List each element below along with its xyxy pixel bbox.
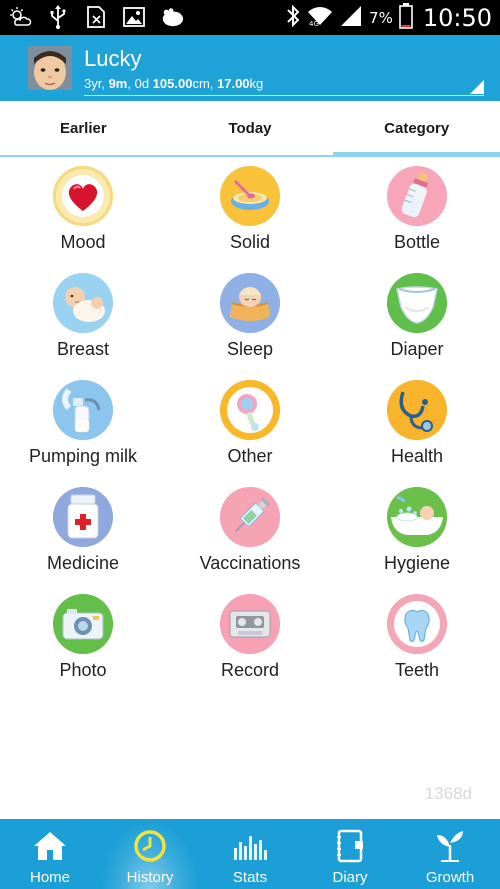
no-sim-icon	[84, 4, 108, 30]
stethoscope-icon	[387, 380, 447, 440]
image-icon	[122, 4, 146, 30]
tab-today[interactable]: Today	[167, 101, 334, 155]
category-label: Bottle	[393, 232, 441, 252]
nav-label: Home	[29, 869, 70, 886]
crib-icon	[220, 273, 280, 333]
category-solid[interactable]: Solid	[167, 166, 333, 273]
category-label: Medicine	[46, 553, 120, 573]
category-vaccinations[interactable]: Vaccinations	[167, 487, 333, 594]
nav-home[interactable]: Home	[0, 819, 100, 889]
nav-label: History	[126, 869, 174, 886]
weight-value: 17.00	[217, 76, 250, 91]
category-other[interactable]: Other	[167, 380, 333, 487]
avatar[interactable]	[28, 46, 72, 90]
dropdown-corner-icon	[470, 80, 484, 94]
sprout-icon	[433, 829, 467, 863]
nav-label: Growth	[425, 869, 475, 886]
category-label: Pumping milk	[28, 446, 138, 466]
battery-percent: 7%	[369, 8, 393, 27]
height-value: 105.00	[152, 76, 193, 91]
category-pumping-milk[interactable]: Pumping milk	[0, 380, 166, 487]
app-screen: 4G 7% 10:50 Lucky 3yr, 9m, 0d 105.00cm, …	[0, 0, 500, 889]
clock-time: 10:50	[422, 3, 492, 32]
nav-label: Diary	[332, 869, 368, 886]
wifi-icon: 4G	[307, 5, 333, 31]
days-watermark: 1368d	[424, 784, 472, 803]
category-label: Teeth	[394, 660, 440, 680]
bathtub-icon	[387, 487, 447, 547]
usb-icon	[46, 4, 70, 30]
weight-unit: kg	[249, 76, 264, 91]
nav-stats[interactable]: Stats	[200, 819, 300, 889]
home-icon	[32, 829, 68, 863]
category-mood[interactable]: Mood	[0, 166, 166, 273]
status-bar: 4G 7% 10:50	[0, 0, 500, 35]
heart-icon	[53, 166, 113, 226]
nav-label: Stats	[232, 869, 268, 886]
camera-icon	[53, 594, 113, 654]
category-teeth[interactable]: Teeth	[334, 594, 500, 701]
category-label: Other	[227, 446, 273, 466]
age-years: 3yr,	[84, 76, 109, 91]
nav-diary[interactable]: Diary	[300, 819, 400, 889]
cassette-icon	[220, 594, 280, 654]
category-label: Solid	[229, 232, 271, 252]
category-sleep[interactable]: Sleep	[167, 273, 333, 380]
syringe-icon	[220, 487, 280, 547]
svg-text:4G: 4G	[309, 20, 319, 27]
baby-name: Lucky	[84, 46, 142, 71]
bowl-icon	[220, 166, 280, 226]
category-label: Sleep	[226, 339, 274, 359]
tooth-icon	[387, 594, 447, 654]
rattle-icon	[220, 380, 280, 440]
bluetooth-icon	[285, 4, 301, 32]
category-label: Vaccinations	[199, 553, 301, 573]
category-label: Mood	[60, 232, 106, 252]
clock-icon	[132, 829, 168, 863]
weather-icon	[8, 4, 32, 30]
category-record[interactable]: Record	[167, 594, 333, 701]
category-breast[interactable]: Breast	[0, 273, 166, 380]
signal-icon	[339, 5, 363, 31]
category-health[interactable]: Health	[334, 380, 500, 487]
category-bottle[interactable]: Bottle	[334, 166, 500, 273]
tab-earlier[interactable]: Earlier	[0, 101, 167, 155]
age-days: , 0d	[127, 76, 153, 91]
bar-chart-icon	[232, 829, 268, 863]
breast-pump-icon	[53, 380, 113, 440]
height-unit: cm,	[192, 76, 217, 91]
category-hygiene[interactable]: Hygiene	[334, 487, 500, 594]
medicine-bottle-icon	[53, 487, 113, 547]
category-label: Health	[390, 446, 444, 466]
notebook-icon	[335, 829, 365, 863]
category-label: Record	[220, 660, 280, 680]
age-months: 9m	[108, 76, 128, 91]
nav-history[interactable]: History	[100, 819, 200, 889]
diaper-icon	[387, 273, 447, 333]
bottle-icon	[387, 166, 447, 226]
bottom-navigation: Home History Stats Diary Growth	[0, 819, 500, 889]
category-label: Diaper	[390, 339, 444, 359]
category-label: Hygiene	[383, 553, 451, 573]
battery-icon	[399, 2, 413, 33]
category-diaper[interactable]: Diaper	[334, 273, 500, 380]
baby-profile-header[interactable]: Lucky 3yr, 9m, 0d 105.00cm, 17.00kg	[0, 35, 500, 101]
category-label: Photo	[59, 660, 107, 680]
tab-bar: Earlier Today Category	[0, 101, 500, 157]
baby-stats[interactable]: 3yr, 9m, 0d 105.00cm, 17.00kg	[84, 76, 484, 96]
category-medicine[interactable]: Medicine	[0, 487, 166, 594]
category-label: Breast	[56, 339, 110, 359]
nav-growth[interactable]: Growth	[400, 819, 500, 889]
category-photo[interactable]: Photo	[0, 594, 166, 701]
hippo-icon	[160, 4, 184, 30]
tab-category[interactable]: Category	[333, 101, 500, 157]
baby-icon	[53, 273, 113, 333]
